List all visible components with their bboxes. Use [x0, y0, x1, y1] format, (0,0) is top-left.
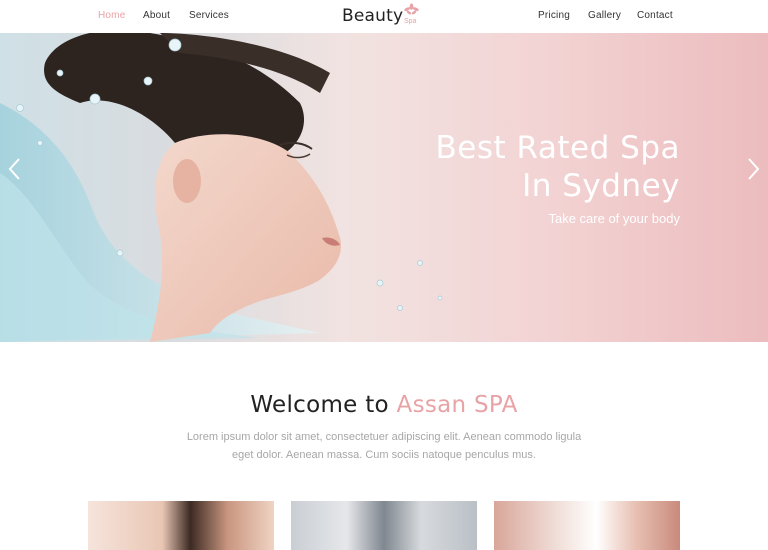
- nav-services-link[interactable]: Services: [189, 10, 229, 21]
- service-card-image-3[interactable]: [494, 501, 680, 550]
- chevron-right-icon[interactable]: [742, 153, 764, 185]
- welcome-description: Lorem ipsum dolor sit amet, consectetuer…: [186, 431, 582, 461]
- flower-icon: [404, 3, 419, 15]
- nav-about-link[interactable]: About: [143, 10, 170, 21]
- welcome-heading-prefix: Welcome to: [250, 392, 389, 418]
- hero-subtitle: Take care of your body: [548, 211, 680, 226]
- hero-title-line1: Best Rated Spa: [435, 130, 680, 166]
- welcome-heading-accent: Assan SPA: [396, 392, 518, 418]
- logo-subtext: Spa: [404, 18, 417, 25]
- hero-title-line2: In Sydney: [522, 168, 680, 204]
- nav-pricing-link[interactable]: Pricing: [538, 10, 570, 21]
- nav-gallery-link[interactable]: Gallery: [588, 10, 621, 21]
- chevron-left-icon[interactable]: [4, 153, 26, 185]
- hero-slider: Best Rated Spa In Sydney Take care of yo…: [0, 33, 768, 342]
- service-card-image-2[interactable]: [291, 501, 477, 550]
- hero-title: Best Rated Spa In Sydney: [320, 129, 680, 205]
- nav-contact-link[interactable]: Contact: [637, 10, 673, 21]
- nav-home-link[interactable]: Home: [98, 10, 125, 21]
- welcome-heading: Welcome to Assan SPA: [0, 392, 768, 418]
- top-navbar: Home About Services Beauty Spa Pricing G…: [0, 0, 768, 33]
- logo-text: Beauty: [342, 6, 404, 26]
- service-card-image-1[interactable]: [88, 501, 274, 550]
